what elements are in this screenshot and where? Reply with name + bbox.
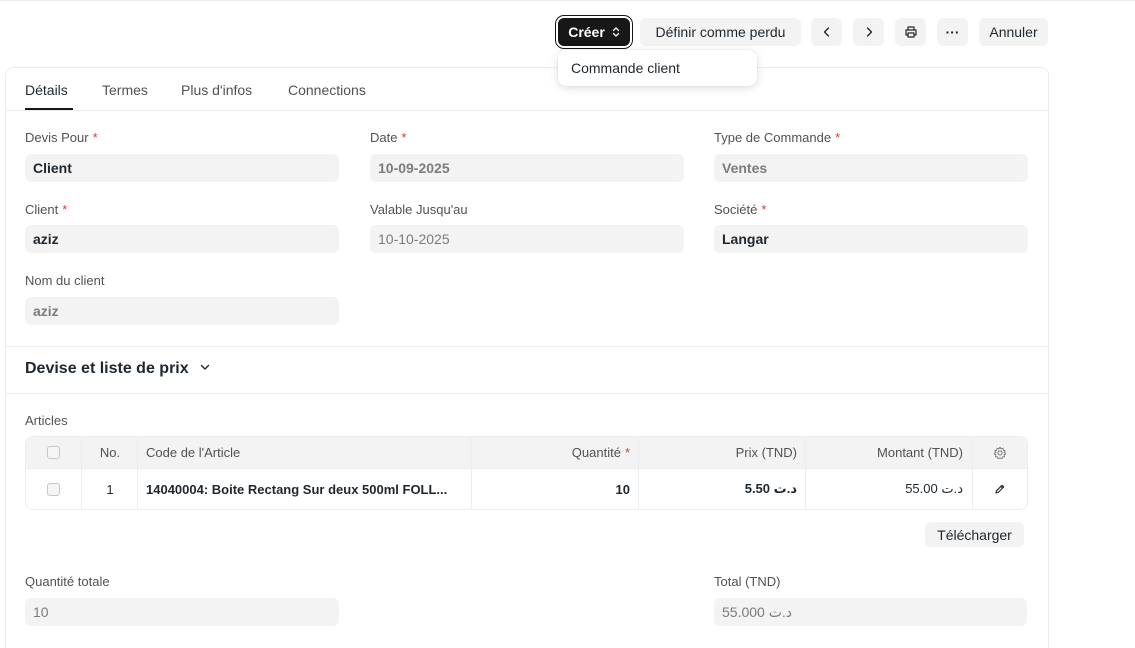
- tab-details[interactable]: Détails: [25, 82, 68, 98]
- header-rate: Prix (TND): [735, 445, 797, 460]
- items-table-header: No. Code de l'Article Quantité * Prix (TN…: [26, 437, 1027, 469]
- table-row[interactable]: 1 14040004: Boite Rectang Sur deux 500ml…: [26, 469, 1027, 509]
- column-divider: [805, 437, 806, 509]
- form-tabs: Détails Termes Plus d'infos Connections: [6, 68, 1048, 111]
- quotation-to-field[interactable]: Client: [25, 154, 339, 182]
- tab-terms[interactable]: Termes: [102, 82, 148, 98]
- row-item-code[interactable]: 14040004: Boite Rectang Sur deux 500ml F…: [146, 469, 466, 509]
- date-label: Date *: [370, 130, 407, 145]
- create-button[interactable]: Créer: [558, 18, 630, 46]
- gear-icon[interactable]: [972, 437, 1027, 468]
- total-field: 55.000 د.ت: [714, 598, 1027, 626]
- row-qty[interactable]: 10: [472, 469, 630, 509]
- pencil-icon[interactable]: [972, 469, 1027, 509]
- section-divider: [6, 393, 1048, 394]
- company-label: Société *: [714, 202, 767, 217]
- upload-button[interactable]: Télécharger: [925, 522, 1024, 547]
- create-button-label: Créer: [568, 24, 605, 40]
- chevron-up-down-icon: [612, 26, 620, 38]
- valid-till-label: Valable Jusqu'au: [370, 202, 468, 217]
- items-table: No. Code de l'Article Quantité * Prix (TN…: [25, 436, 1028, 510]
- order-type-field[interactable]: Ventes: [714, 154, 1028, 182]
- header-no: No.: [99, 445, 121, 460]
- row-select-cell: [47, 469, 61, 509]
- chevron-left-icon: [822, 26, 832, 38]
- top-border: [0, 0, 1135, 1]
- date-field[interactable]: 10-09-2025: [370, 154, 684, 182]
- order-type-label: Type de Commande *: [714, 130, 841, 145]
- column-divider: [471, 437, 472, 509]
- valid-till-field[interactable]: 10-10-2025: [370, 225, 684, 253]
- tab-more-info[interactable]: Plus d'infos: [181, 82, 252, 98]
- customer-label: Client *: [25, 202, 68, 217]
- active-tab-indicator: [25, 108, 73, 110]
- total-label: Total (TND): [714, 574, 781, 589]
- header-amount: Montant (TND): [877, 445, 963, 460]
- select-all-cell: [47, 437, 61, 468]
- set-as-lost-label: Définir comme perdu: [655, 24, 786, 40]
- next-button[interactable]: [853, 18, 884, 46]
- customer-name-label: Nom du client: [25, 273, 105, 288]
- column-divider: [81, 437, 82, 509]
- cancel-button[interactable]: Annuler: [979, 18, 1048, 46]
- customer-field[interactable]: aziz: [25, 225, 339, 253]
- tab-connections[interactable]: Connections: [288, 82, 366, 98]
- menu-item-sales-order[interactable]: Commande client: [571, 60, 680, 76]
- row-checkbox[interactable]: [47, 482, 60, 496]
- chevron-right-icon: [864, 26, 874, 38]
- total-qty-field: 10: [25, 598, 339, 626]
- set-as-lost-button[interactable]: Définir comme perdu: [640, 18, 801, 46]
- customer-name-field[interactable]: aziz: [25, 297, 339, 325]
- header-qty: Quantité *: [571, 445, 630, 460]
- row-amount: 55.00 د.ت: [905, 481, 963, 496]
- previous-button[interactable]: [811, 18, 842, 46]
- currency-section-title: Devise et liste de prix: [25, 360, 189, 377]
- column-divider: [137, 437, 138, 509]
- more-dots-icon: ···: [945, 24, 960, 40]
- print-button[interactable]: [895, 18, 926, 46]
- chevron-down-icon: [199, 360, 211, 378]
- section-divider: [6, 346, 1048, 347]
- total-qty-label: Quantité totale: [25, 574, 110, 589]
- column-divider: [972, 437, 973, 509]
- cancel-button-label: Annuler: [989, 24, 1038, 40]
- quotation-to-label: Devis Pour *: [25, 130, 98, 145]
- column-divider: [638, 437, 639, 509]
- select-all-checkbox[interactable]: [47, 446, 60, 459]
- more-actions-button[interactable]: ···: [937, 18, 968, 46]
- printer-icon: [904, 25, 918, 39]
- header-item-code: Code de l'Article: [146, 445, 241, 460]
- row-no: 1: [106, 481, 114, 497]
- create-dropdown-menu: Commande client: [558, 50, 757, 86]
- company-field[interactable]: Langar: [714, 225, 1028, 253]
- row-rate[interactable]: 5.50 د.ت: [638, 469, 797, 509]
- items-label: Articles: [25, 413, 68, 428]
- form-card: Détails Termes Plus d'infos Connections …: [5, 67, 1049, 648]
- currency-section-toggle[interactable]: Devise et liste de prix: [25, 360, 211, 378]
